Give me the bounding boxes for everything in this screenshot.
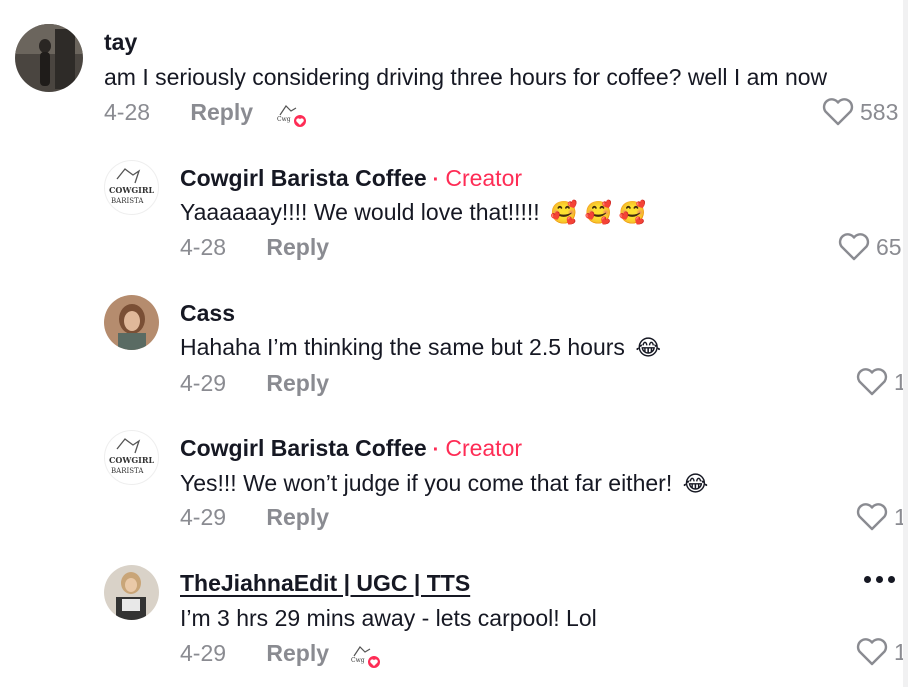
comment-text: am I seriously considering driving three… (104, 64, 828, 90)
comment-meta: 4-29 Reply (180, 640, 329, 667)
creator-liked-badge-icon: Cwg (350, 642, 382, 672)
comment-meta: 4-28 Reply (104, 99, 253, 126)
heart-outline-icon (856, 368, 888, 396)
more-options-icon[interactable] (864, 576, 895, 583)
comment-date: 4-29 (180, 370, 227, 396)
comment-meta: 4-29 Reply (180, 504, 329, 531)
like-button[interactable]: 1 (856, 503, 907, 531)
svg-text:BARISTA: BARISTA (111, 197, 144, 205)
comment-text-body: Hahaha I’m thinking the same but 2.5 hou… (180, 334, 625, 360)
comment-text: Hahaha I’m thinking the same but 2.5 hou… (180, 334, 661, 361)
svg-text:Cwg: Cwg (277, 116, 291, 123)
heart-outline-icon (856, 638, 888, 666)
comment-text: I’m 3 hrs 29 mins away - lets carpool! L… (180, 605, 597, 631)
comment-text-body: Yes!!! We won’t judge if you come that f… (180, 470, 673, 496)
svg-text:Cwg: Cwg (351, 657, 365, 664)
like-button[interactable]: 583 (822, 98, 898, 126)
scrollbar[interactable] (903, 0, 908, 687)
comment-text-body: Yaaaaaay!!!! We would love that!!!!! (180, 199, 540, 225)
emoji-laughing: 😂 (635, 336, 662, 361)
dot (888, 576, 895, 583)
svg-text:BARISTA: BARISTA (111, 467, 144, 475)
separator-dot: · (432, 439, 440, 461)
separator-dot: · (432, 169, 440, 191)
emoji-smiling-hearts: 🥰 🥰 🥰 (550, 201, 647, 226)
heart-outline-icon (822, 98, 854, 126)
avatar[interactable] (15, 24, 83, 92)
avatar[interactable]: COWGIRL BARISTA (104, 160, 159, 215)
svg-text:COWGIRL: COWGIRL (109, 185, 155, 195)
avatar[interactable] (104, 295, 159, 350)
like-button[interactable]: 65 (838, 233, 902, 261)
comment-text: Yaaaaaay!!!! We would love that!!!!! 🥰 🥰… (180, 199, 646, 226)
reply-button[interactable]: Reply (266, 640, 329, 667)
emoji-laughing: 😂 (682, 472, 709, 497)
reply-button[interactable]: Reply (266, 370, 329, 397)
comment-meta: 4-29 Reply (180, 370, 329, 397)
comment-username[interactable]: TheJiahnaEdit | UGC | TTS (180, 570, 470, 597)
creator-badge: Creator (445, 435, 523, 461)
dot (876, 576, 883, 583)
comment-date: 4-29 (180, 504, 227, 530)
comment-username[interactable]: Cass (180, 300, 235, 327)
avatar[interactable] (104, 565, 159, 620)
like-button[interactable]: 1 (856, 368, 907, 396)
creator-liked-badge-icon: Cwg (276, 101, 308, 131)
reply-button[interactable]: Reply (266, 504, 329, 531)
comment-username[interactable]: Cowgirl Barista Coffee · Creator (180, 435, 522, 462)
like-button[interactable]: 1 (856, 638, 907, 666)
reply-button[interactable]: Reply (190, 99, 253, 126)
heart-outline-icon (856, 503, 888, 531)
username-text: Cowgirl Barista Coffee (180, 165, 427, 191)
comment-date: 4-28 (180, 234, 227, 260)
comment-text: Yes!!! We won’t judge if you come that f… (180, 470, 708, 497)
creator-badge: Creator (445, 165, 523, 191)
comment-date: 4-28 (104, 99, 151, 125)
reply-button[interactable]: Reply (266, 234, 329, 261)
comment-username[interactable]: Cowgirl Barista Coffee · Creator (180, 165, 522, 192)
comment-username[interactable]: tay (104, 29, 137, 56)
like-count: 583 (860, 98, 899, 125)
svg-text:COWGIRL: COWGIRL (109, 455, 155, 465)
avatar[interactable]: COWGIRL BARISTA (104, 430, 159, 485)
username-text: Cowgirl Barista Coffee (180, 435, 427, 461)
like-count: 65 (876, 233, 902, 260)
comment-date: 4-29 (180, 640, 227, 666)
comment-meta: 4-28 Reply (180, 234, 329, 261)
heart-outline-icon (838, 233, 870, 261)
dot (864, 576, 871, 583)
